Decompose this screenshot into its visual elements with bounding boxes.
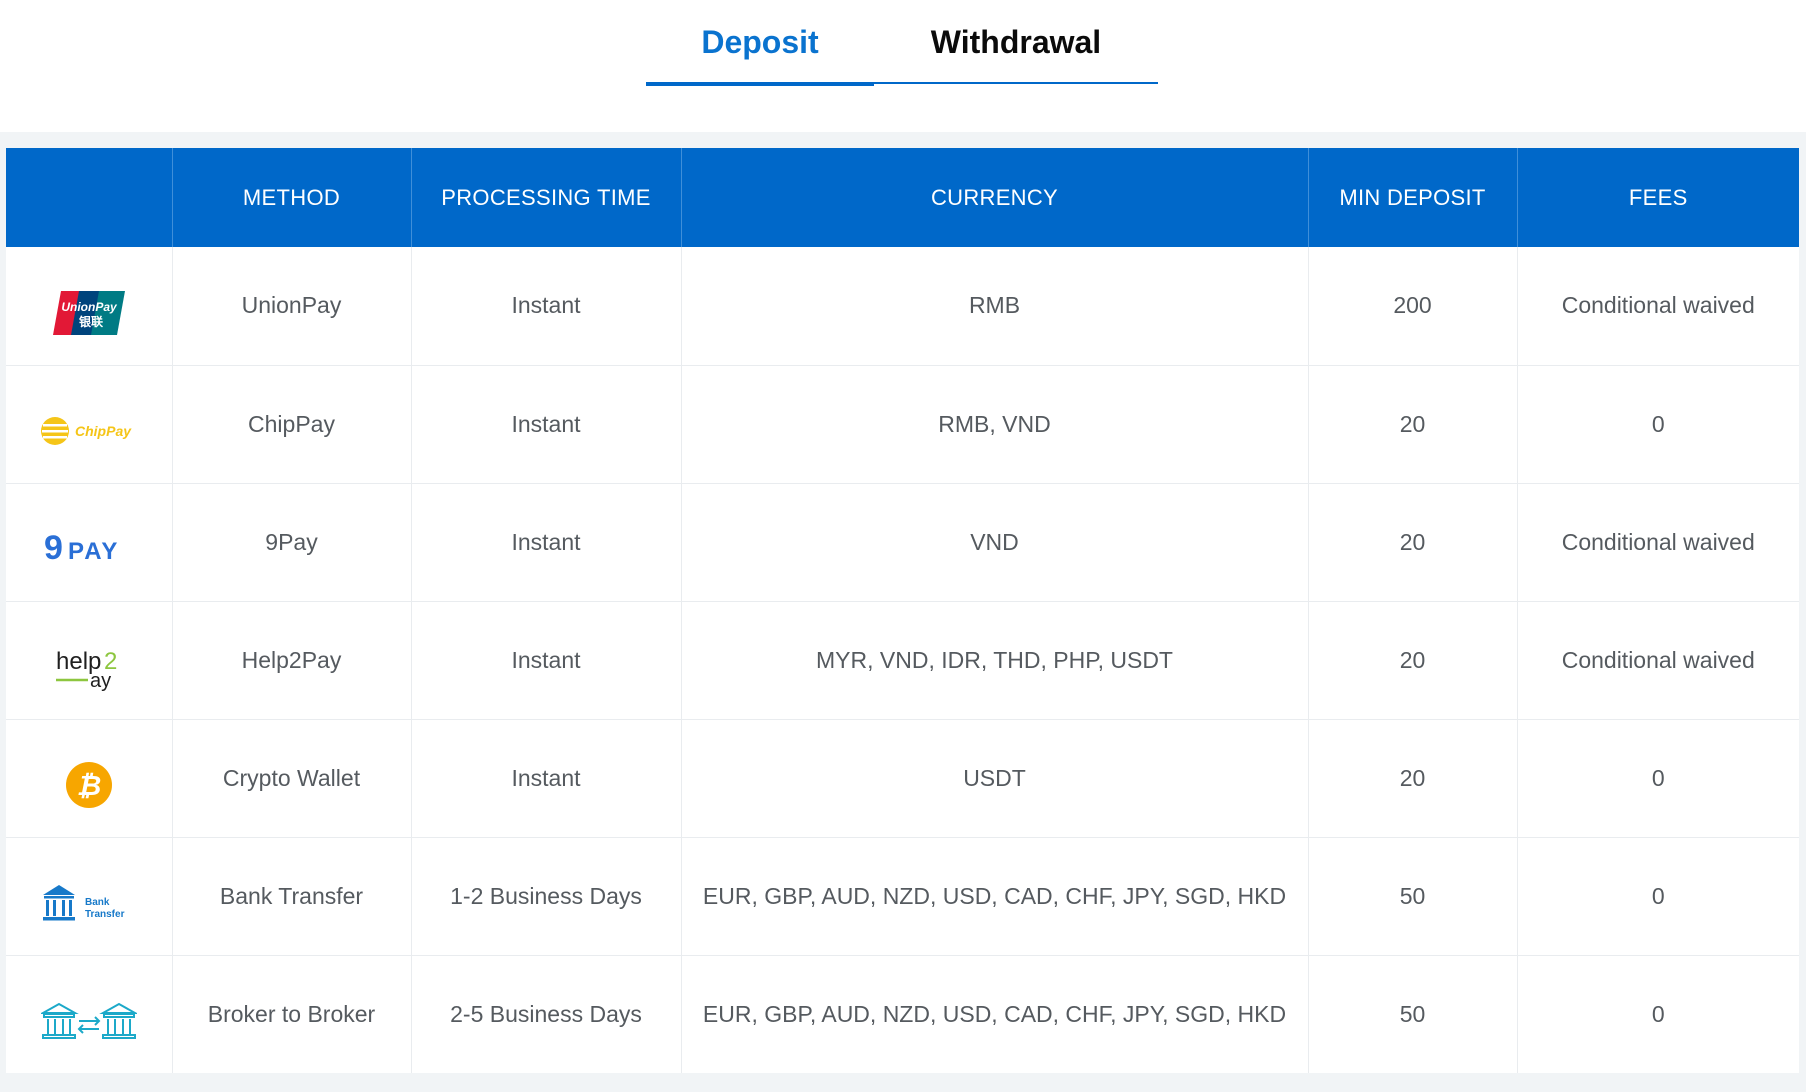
processing-time-cell: Instant [411,483,682,602]
bank-transfer-icon: Bank Transfer [42,885,125,921]
help2pay-logo: help 2 ay [55,648,117,691]
tab-withdrawal[interactable]: Withdrawal [874,0,1158,84]
processing-time-cell: 1-2 Business Days [411,837,682,956]
header-processing-time: PROCESSING TIME [411,148,682,247]
tabs-bar: Deposit Withdrawal [0,0,1806,132]
svg-text:ay: ay [90,670,111,691]
table-row: help 2 ay Help2Pay Instant MYR, VND, IDR… [6,601,1799,720]
broker-to-broker-icon [40,1003,137,1040]
logo-cell: UnionPay 银联 [6,247,173,366]
svg-text:Transfer: Transfer [85,909,125,920]
method-cell: UnionPay [172,247,412,366]
fees-cell: Conditional waived [1517,483,1799,602]
svg-text:UnionPay: UnionPay [61,300,118,314]
processing-time-cell: 2-5 Business Days [411,955,682,1073]
9pay-logo: 9 PAY [44,529,119,567]
processing-time-cell: Instant [411,247,682,366]
tab-deposit[interactable]: Deposit [646,0,874,86]
currency-cell: VND [681,483,1309,602]
header-min-deposit: MIN DEPOSIT [1308,148,1518,247]
fees-cell: 0 [1517,837,1799,956]
method-cell: Crypto Wallet [172,719,412,838]
logo-cell: ₿ [6,719,173,838]
svg-text:9: 9 [44,529,63,567]
svg-text:ChipPay: ChipPay [75,423,132,439]
table-row: Broker to Broker 2-5 Business Days EUR, … [6,955,1799,1073]
processing-time-cell: Instant [411,719,682,838]
svg-text:₿: ₿ [76,769,101,802]
min-deposit-cell: 20 [1308,601,1518,720]
method-cell: ChipPay [172,365,412,484]
svg-text:银联: 银联 [79,314,103,329]
method-cell: Help2Pay [172,601,412,720]
min-deposit-cell: 50 [1308,955,1518,1073]
min-deposit-cell: 50 [1308,837,1518,956]
min-deposit-cell: 20 [1308,719,1518,838]
logo-cell: 9 PAY [6,483,173,602]
processing-time-cell: Instant [411,601,682,720]
processing-time-cell: Instant [411,365,682,484]
min-deposit-cell: 20 [1308,365,1518,484]
fees-cell: Conditional waived [1517,601,1799,720]
table-row: Bank Transfer Bank Transfer 1-2 Business… [6,837,1799,956]
table-row: ₿ Crypto Wallet Instant USDT 20 0 [6,719,1799,838]
unionpay-logo: UnionPay 银联 [52,290,125,335]
table-row: ChipPay ChipPay Instant RMB, VND 20 0 [6,365,1799,484]
bitcoin-icon: ₿ [65,762,112,808]
deposit-methods-table: METHOD PROCESSING TIME CURRENCY MIN DEPO… [6,148,1799,1073]
fees-cell: 0 [1517,365,1799,484]
logo-cell: help 2 ay [6,601,173,720]
svg-text:PAY: PAY [68,538,119,565]
currency-cell: MYR, VND, IDR, THD, PHP, USDT [681,601,1309,720]
table-row: UnionPay 银联 UnionPay Instant RMB 200 Con… [6,247,1799,366]
fees-cell: 0 [1651,1000,1665,1027]
svg-text:Bank: Bank [85,897,110,908]
min-deposit-cell: 20 [1308,483,1518,602]
logo-cell: ChipPay [6,365,173,484]
currency-cell: USDT [681,719,1309,838]
method-cell: Broker to Broker [172,955,412,1073]
chippay-logo: ChipPay [40,417,132,445]
tab-list: Deposit Withdrawal [646,0,1158,86]
currency-cell: RMB, VND [681,365,1309,484]
method-cell: 9Pay [172,483,412,602]
min-deposit-cell: 200 [1308,247,1518,366]
fees-cell: Conditional waived [1517,247,1799,366]
method-cell: Bank Transfer [172,837,412,956]
table-row: 9 PAY 9Pay Instant VND 20 Conditional wa… [6,483,1799,602]
logo-cell [6,955,173,1073]
currency-cell: EUR, GBP, AUD, NZD, USD, CAD, CHF, JPY, … [681,837,1309,956]
table-header-row: METHOD PROCESSING TIME CURRENCY MIN DEPO… [6,148,1799,247]
header-logo [6,148,173,247]
logo-cell: Bank Transfer [6,837,173,956]
header-method: METHOD [172,148,412,247]
currency-cell: EUR, GBP, AUD, NZD, USD, CAD, CHF, JPY, … [681,955,1309,1073]
currency-cell: RMB [681,247,1309,366]
header-fees: FEES [1517,148,1799,247]
fees-cell: 0 [1517,719,1799,838]
header-currency: CURRENCY [681,148,1309,247]
